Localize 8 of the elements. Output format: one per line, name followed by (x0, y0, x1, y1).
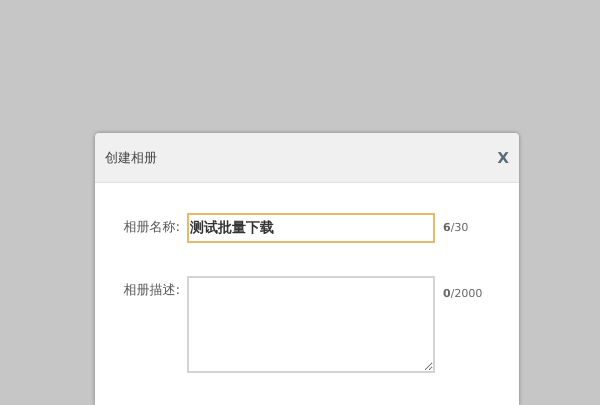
character-counter: 0/2000 (442, 286, 482, 302)
dialog-title: 创建相册 (105, 150, 157, 166)
close-button[interactable]: X (497, 148, 509, 166)
field-label: 相册描述: (122, 282, 181, 300)
character-counter: 6/30 (442, 220, 468, 236)
field-label: 相册名称: (122, 219, 181, 237)
name-field[interactable]: 测试批量下载 (187, 213, 435, 243)
description-field[interactable] (187, 276, 435, 373)
